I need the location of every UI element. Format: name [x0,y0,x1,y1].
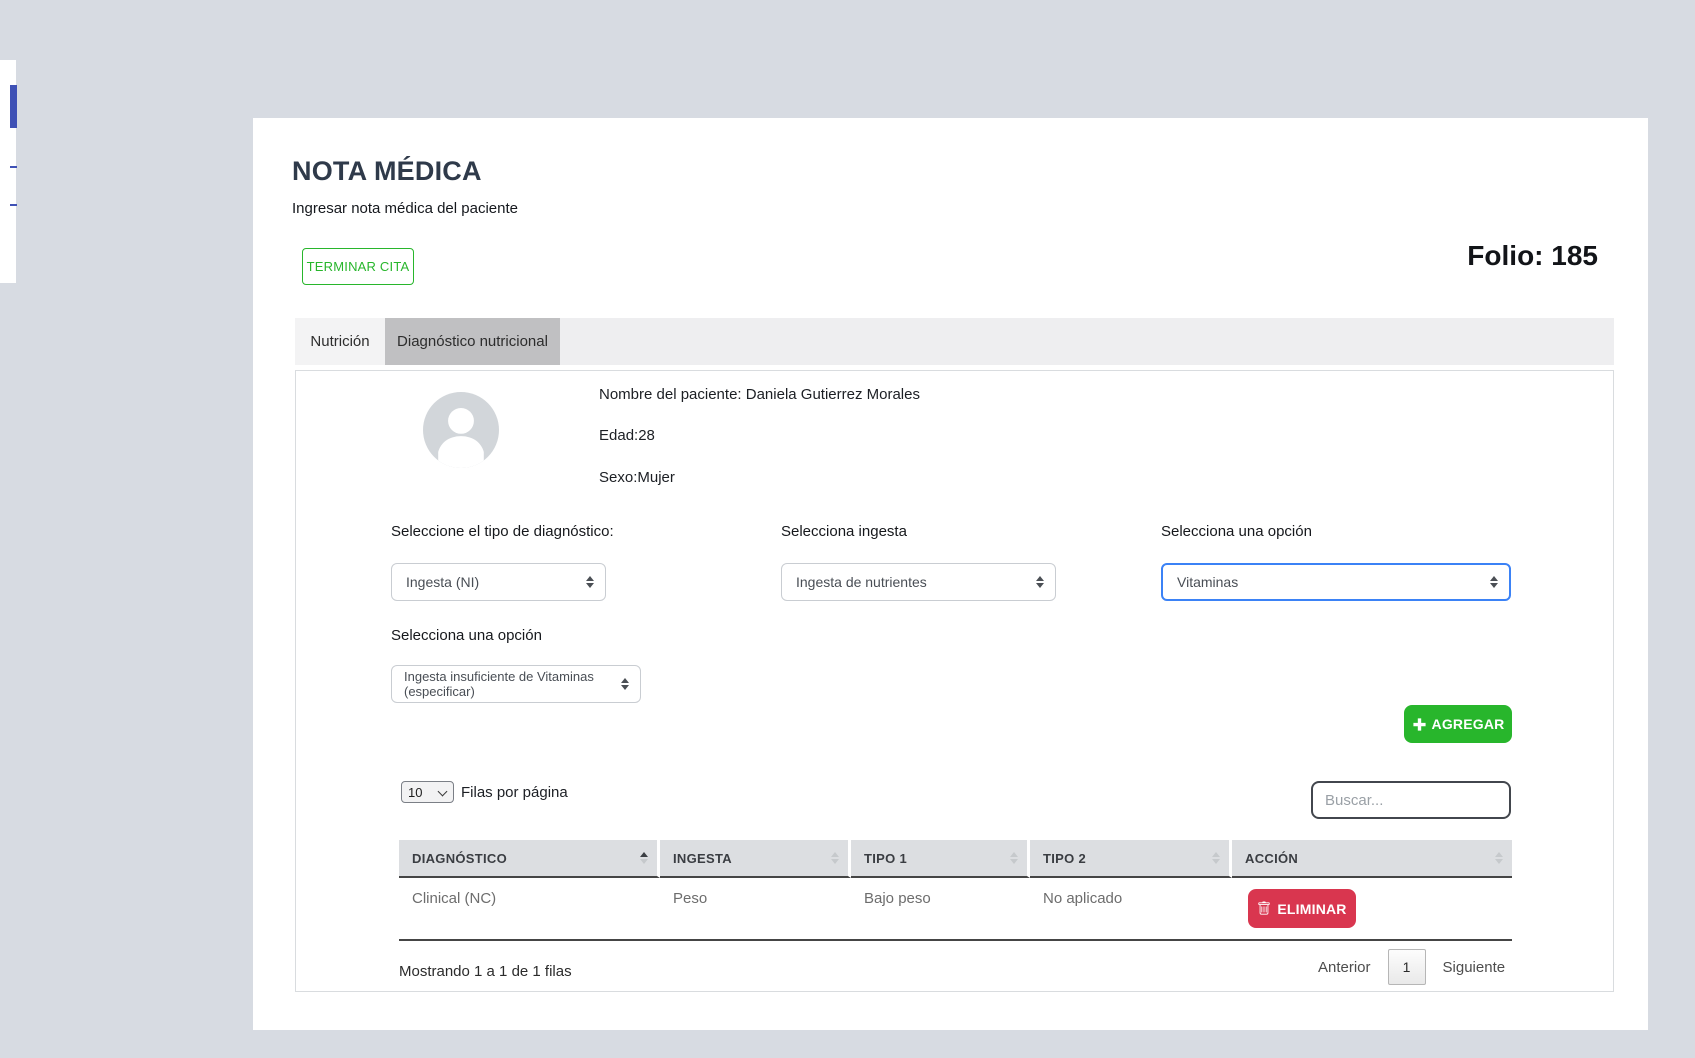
nota-medica-card: NOTA MÉDICA Ingresar nota médica del pac… [253,118,1648,1030]
column-header-label: DIAGNÓSTICO [412,851,507,866]
pagination-prev[interactable]: Anterior [1318,959,1371,976]
tab-nutricion[interactable]: Nutrición [295,318,385,365]
table-summary: Mostrando 1 a 1 de 1 filas [399,963,572,980]
especificar-select[interactable]: Ingesta insuficiente de Vitaminas (espec… [391,665,641,703]
column-header-ingesta[interactable]: INGESTA [660,840,851,878]
rows-per-page-value: 10 [408,785,422,800]
select-value: Ingesta (NI) [406,574,479,590]
screen: NOTA MÉDICA Ingresar nota médica del pac… [0,0,1695,1058]
sidebar-active-item-indicator [10,85,17,128]
agregar-button[interactable]: AGREGAR [1404,705,1512,743]
patient-name-line: Nombre del paciente: Daniela Gutierrez M… [599,386,920,403]
cell-tipo2: No aplicado [1030,878,1232,941]
rows-per-page-control: 10 Filas por página [401,781,568,803]
diagnostico-type-select[interactable]: Ingesta (NI) [391,563,606,601]
rows-per-page-label: Filas por página [461,784,568,801]
column-header-tipo2[interactable]: TIPO 2 [1030,840,1232,878]
pagination-page-1[interactable]: 1 [1388,949,1426,985]
updown-arrows-icon [1036,576,1044,588]
column-header-tipo1[interactable]: TIPO 1 [851,840,1030,878]
sort-asc-icon [640,852,648,864]
tab-diagnostico-nutricional[interactable]: Diagnóstico nutricional [385,318,560,365]
column-header-label: INGESTA [673,851,732,866]
tab-bar: Nutrición Diagnóstico nutricional [295,318,1614,365]
updown-arrows-icon [1490,576,1498,588]
folio-label: Folio: 185 [1467,240,1598,272]
sort-both-icon [831,852,839,864]
page-subtitle: Ingresar nota médica del paciente [292,200,518,217]
select-value: Ingesta de nutrientes [796,574,927,590]
table-header-row: DIAGNÓSTICO INGESTA TIPO 1 TIPO 2 [399,840,1512,878]
opcion-select[interactable]: Vitaminas [1161,563,1511,601]
sort-both-icon [1010,852,1018,864]
cell-diagnostico: Clinical (NC) [399,878,660,941]
search-input[interactable] [1311,781,1511,819]
terminar-cita-button[interactable]: TERMINAR CITA [302,248,414,285]
pagination-next[interactable]: Siguiente [1443,959,1506,976]
agregar-button-label: AGREGAR [1432,716,1505,732]
column-header-label: TIPO 2 [1043,851,1086,866]
diagnosticos-table: DIAGNÓSTICO INGESTA TIPO 1 TIPO 2 [399,840,1512,941]
chevron-down-icon [438,787,448,797]
patient-avatar [423,392,499,468]
pagination: Anterior 1 Siguiente [1318,949,1505,985]
updown-arrows-icon [586,576,594,588]
diagnostico-type-label: Seleccione el tipo de diagnóstico: [391,523,614,540]
page-title: NOTA MÉDICA [292,156,482,187]
person-icon [423,455,499,472]
select-value: Ingesta insuficiente de Vitaminas (espec… [404,669,614,699]
cell-ingesta: Peso [660,878,851,941]
sidebar-sliver [0,60,16,283]
sidebar-link-underline [10,166,17,168]
eliminar-button[interactable]: ELIMINAR [1248,889,1356,928]
table-row: Clinical (NC) Peso Bajo peso No aplicado [399,878,1512,941]
sidebar-link-underline [10,204,17,206]
column-header-label: TIPO 1 [864,851,907,866]
trash-icon [1257,901,1271,916]
ingesta-label: Selecciona ingesta [781,523,907,540]
cell-tipo1: Bajo peso [851,878,1030,941]
patient-age-line: Edad:28 [599,427,655,444]
patient-sex-line: Sexo:Mujer [599,469,675,486]
tab-panel: Nombre del paciente: Daniela Gutierrez M… [295,370,1614,992]
ingesta-select[interactable]: Ingesta de nutrientes [781,563,1056,601]
updown-arrows-icon [621,678,629,690]
plus-icon [1412,717,1427,732]
select-value: Vitaminas [1177,574,1238,590]
especificar-label: Selecciona una opción [391,627,542,644]
cell-accion: ELIMINAR [1232,878,1512,941]
column-header-diagnostico[interactable]: DIAGNÓSTICO [399,840,660,878]
rows-per-page-select[interactable]: 10 [401,781,454,803]
sort-both-icon [1495,852,1503,864]
opcion-label: Selecciona una opción [1161,523,1312,540]
column-header-label: ACCIÓN [1245,851,1298,866]
eliminar-button-label: ELIMINAR [1277,901,1346,917]
sort-both-icon [1212,852,1220,864]
column-header-accion[interactable]: ACCIÓN [1232,840,1512,878]
